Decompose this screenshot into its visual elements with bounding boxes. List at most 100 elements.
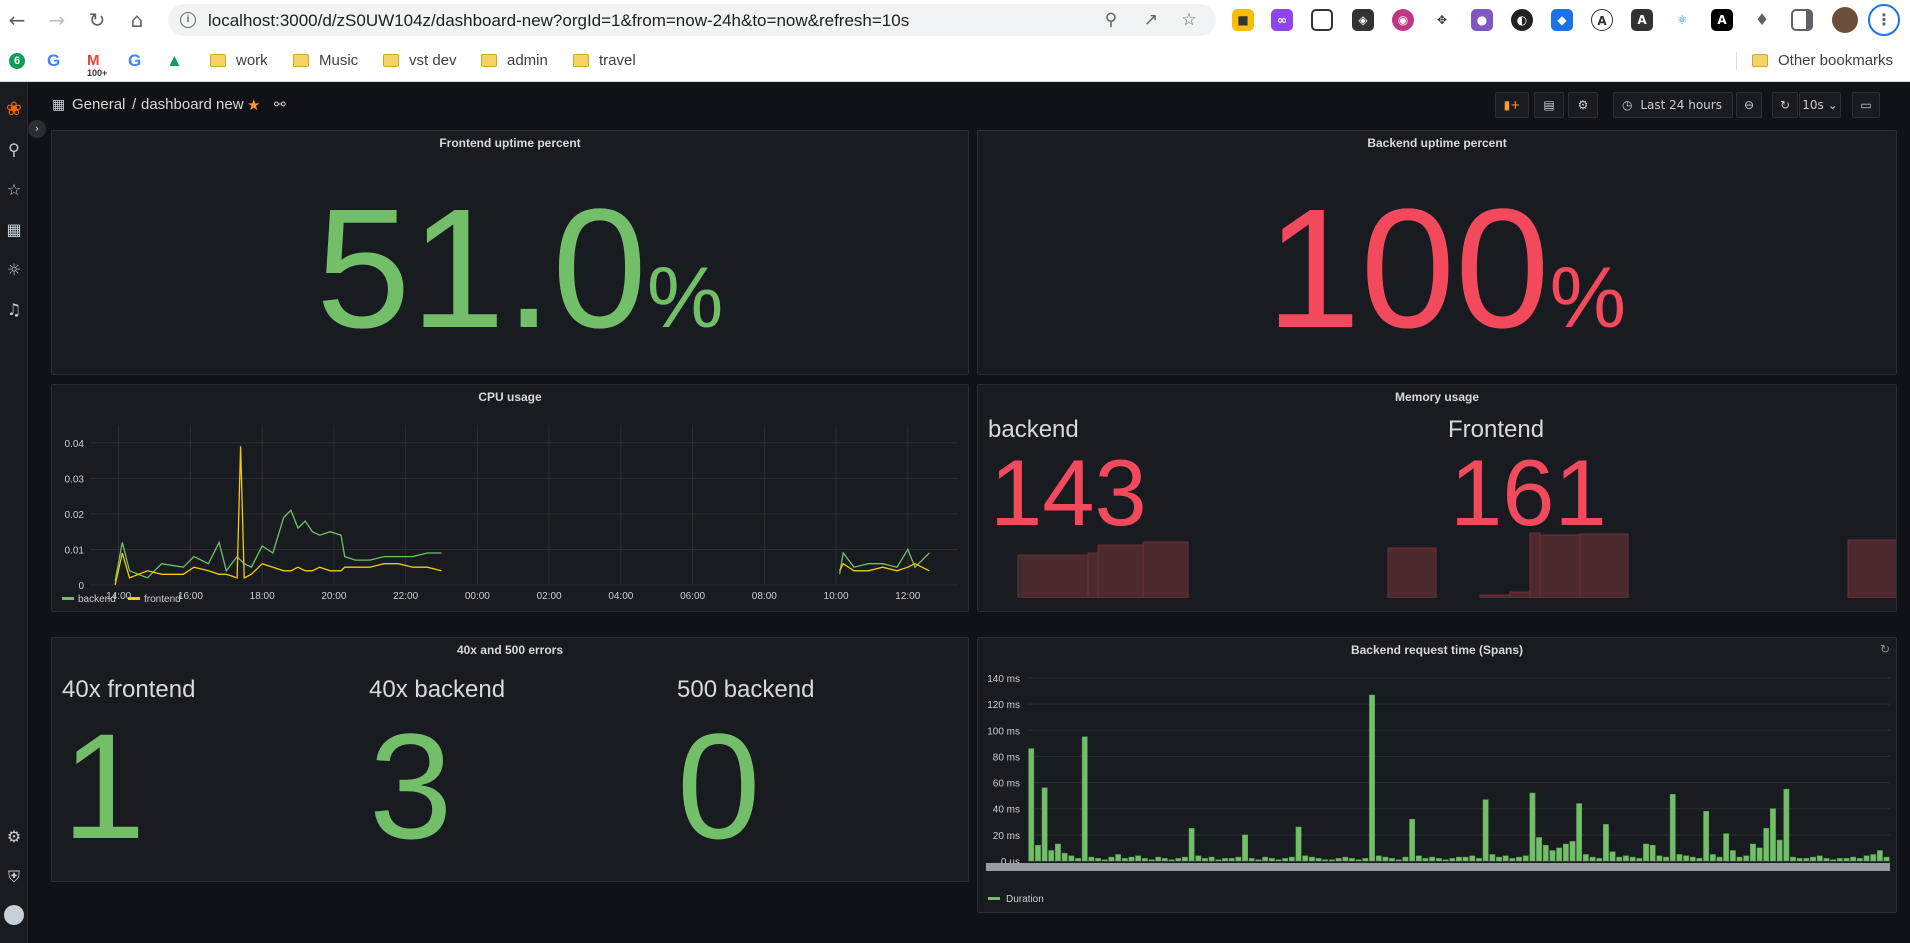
breadcrumb-folder[interactable]: General — [72, 96, 125, 113]
side-panel-icon[interactable] — [1791, 9, 1813, 31]
panel-title[interactable]: Frontend uptime percent — [52, 136, 968, 150]
uptime-stat-value: 51.0% — [316, 174, 724, 364]
move-extension-icon[interactable]: ✥ — [1431, 9, 1453, 31]
panel-title[interactable]: 40x and 500 errors — [52, 643, 968, 657]
bookmark-folder-vst-dev[interactable]: vst dev — [383, 50, 457, 72]
diamond-extension-icon[interactable]: ◆ — [1551, 9, 1573, 31]
a-box-extension-icon[interactable]: A — [1711, 9, 1733, 31]
other-bookmarks[interactable]: Other bookmarks — [1752, 50, 1893, 72]
loop-extension-icon[interactable]: ∞ — [1271, 9, 1293, 31]
profile-avatar[interactable] — [1832, 7, 1858, 33]
drive-icon[interactable]: ▲ — [166, 50, 183, 72]
cpu-x-tick: 22:00 — [393, 591, 418, 602]
spans-bar — [1529, 792, 1536, 862]
zoom-icon[interactable]: ⚲ — [1100, 9, 1122, 31]
panel-backend-uptime[interactable]: Backend uptime percent 100% — [977, 130, 1897, 375]
bookmark-folder-work[interactable]: work — [210, 50, 268, 72]
cpu-legend-swatch — [128, 597, 140, 600]
user-avatar[interactable] — [4, 905, 24, 925]
forward-icon[interactable]: → — [44, 7, 70, 33]
panel-frontend-uptime[interactable]: Frontend uptime percent 51.0% — [51, 130, 969, 375]
expand-menu-chevron-icon[interactable]: › — [28, 120, 46, 138]
spans-bar — [1696, 858, 1703, 862]
spans-bar — [1068, 855, 1075, 862]
spans-bar — [1041, 787, 1048, 862]
spans-bar — [1803, 858, 1810, 862]
refresh-dashboard-icon[interactable]: ↻ — [1772, 92, 1798, 118]
spans-bar — [1649, 845, 1656, 862]
time-picker-button[interactable]: ◷ Last 24 hours ⌄ — [1613, 92, 1733, 136]
spans-bar — [1582, 854, 1589, 862]
gmail-icon[interactable]: M 100+ — [87, 50, 107, 78]
spans-bar — [1402, 856, 1409, 862]
explore-icon[interactable]: ☼ — [3, 259, 25, 281]
zoom-out-icon[interactable]: ⊖ — [1736, 92, 1762, 118]
tv-mode-icon[interactable]: ▭ — [1852, 92, 1880, 118]
panel-spans-content[interactable]: Backend request time (Spans) ↻ 0 µs 20 ms… — [977, 637, 1897, 913]
search-icon[interactable]: ⚲ — [3, 139, 25, 161]
url-text[interactable]: localhost:3000/d/zS0UW104z/dashboard-new… — [208, 11, 909, 31]
bookmark-folder-travel[interactable]: travel — [573, 50, 636, 72]
spans-bar — [1362, 858, 1369, 862]
record-extension-icon[interactable]: ◉ — [1392, 9, 1414, 31]
google-icon-2[interactable]: G — [128, 50, 141, 72]
spans-bar — [1115, 854, 1122, 862]
refresh-interval-picker[interactable]: 10s ⌄ — [1799, 92, 1841, 118]
extension-badge-icon[interactable]: 6 — [9, 53, 25, 69]
share-icon[interactable]: ⚯ — [274, 96, 286, 113]
spans-bar — [1850, 856, 1857, 862]
panel-memory-usage[interactable]: Memory usage backend 143 Frontend 161 — [977, 384, 1897, 612]
starred-icon[interactable]: ☆ — [3, 179, 25, 201]
spans-bar — [1469, 855, 1476, 862]
server-admin-shield-icon[interactable]: ⛨ — [3, 866, 25, 888]
a-circle-extension-icon[interactable]: A — [1591, 9, 1613, 31]
add-panel-icon[interactable]: ▮+ — [1495, 92, 1529, 118]
address-bar[interactable]: i localhost:3000/d/zS0UW104z/dashboard-n… — [168, 4, 1216, 36]
puzzle-extensions-icon[interactable]: ♦ — [1751, 9, 1773, 31]
spans-bar — [1723, 833, 1730, 862]
site-info-icon[interactable]: i — [180, 12, 196, 28]
configuration-gear-icon[interactable]: ⚙ — [3, 826, 25, 848]
grafana-logo-icon[interactable]: ❀ — [3, 98, 25, 120]
screenshot-extension-icon[interactable] — [1311, 9, 1333, 31]
share-icon[interactable]: ↗ — [1140, 9, 1162, 31]
spans-bar — [1496, 856, 1502, 862]
circle-extension-icon[interactable]: ◐ — [1511, 9, 1533, 31]
cube-extension-icon[interactable]: ◈ — [1352, 9, 1374, 31]
spans-bar — [1663, 856, 1669, 862]
favorite-star-icon[interactable]: ★ — [247, 96, 260, 114]
folder-icon — [210, 54, 226, 67]
save-dashboard-icon[interactable]: ▤ — [1534, 92, 1564, 118]
angular-extension-icon[interactable]: A — [1631, 9, 1653, 31]
spans-bar — [1295, 826, 1302, 862]
spans-bar — [1302, 855, 1309, 862]
home-icon[interactable]: ⌂ — [124, 7, 150, 33]
reload-icon[interactable]: ↻ — [84, 7, 110, 33]
chevron-down-icon: ⌄ — [1827, 98, 1838, 112]
google-icon[interactable]: G — [47, 50, 60, 72]
cpu-x-tick: 08:00 — [752, 591, 777, 602]
keep-extension-icon[interactable]: ■ — [1232, 9, 1254, 31]
panel-errors-content[interactable]: 40x and 500 errors 40x frontend 1 40x ba… — [51, 637, 969, 882]
bookmark-folder-music[interactable]: Music — [293, 50, 358, 72]
spans-bar — [1242, 834, 1248, 862]
spans-bar — [1315, 858, 1322, 862]
back-icon[interactable]: ← — [4, 7, 30, 33]
panel-title[interactable]: Backend uptime percent — [978, 136, 1896, 150]
spans-bar — [1876, 850, 1883, 862]
bookmark-star-icon[interactable]: ☆ — [1178, 9, 1200, 31]
spans-bar — [1589, 856, 1596, 862]
bookmark-folder-admin[interactable]: admin — [481, 50, 548, 72]
dashboard-settings-gear-icon[interactable]: ⚙ — [1568, 92, 1598, 118]
react-extension-icon[interactable]: ⚛ — [1671, 9, 1693, 31]
github-extension-icon[interactable]: ● — [1471, 9, 1493, 31]
spans-bar — [1703, 811, 1710, 862]
alerting-bell-icon[interactable]: ♫ — [3, 299, 25, 321]
panel-cpu-usage[interactable]: CPU usage 0 0.01 0.02 0.03 0.04 14:00 16:00 18:… — [51, 384, 969, 612]
browser-menu-icon[interactable]: ⋮ — [1868, 4, 1900, 36]
breadcrumb-dashboard[interactable]: dashboard new — [141, 96, 244, 113]
error-value-40x-frontend: 1 — [62, 702, 146, 870]
dashboards-icon[interactable]: ▦ — [3, 219, 25, 241]
spans-bar — [1168, 859, 1175, 862]
spans-bar — [1262, 856, 1269, 862]
